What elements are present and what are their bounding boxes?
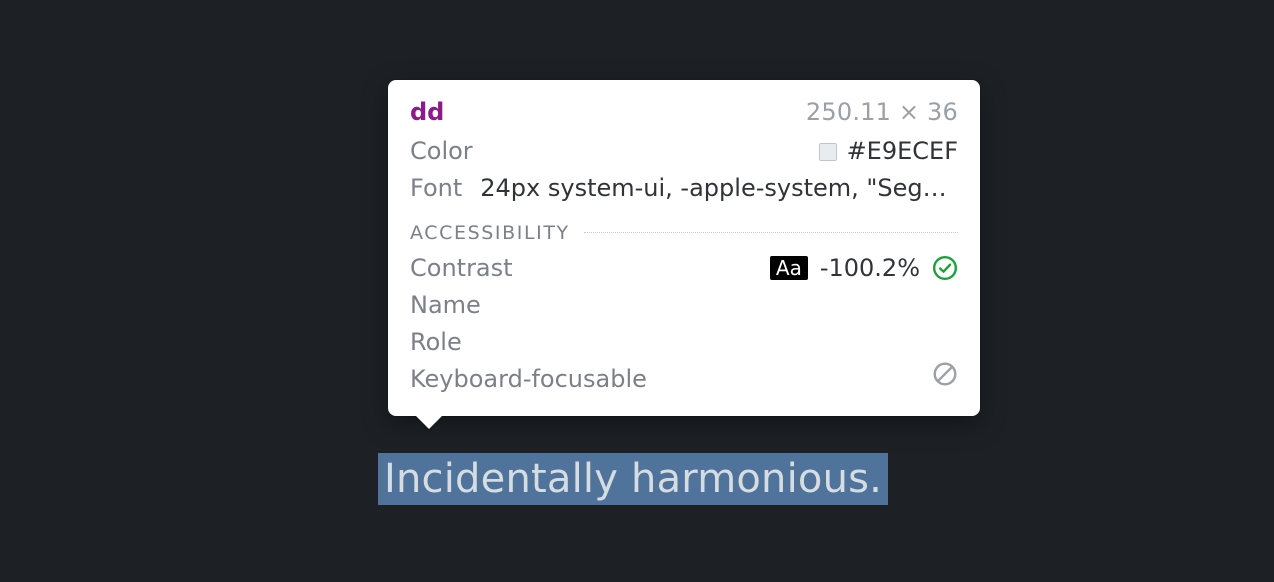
color-hex: #E9ECEF [847, 133, 958, 170]
font-value: 24px system-ui, -apple-system, "Segoe… [480, 170, 958, 207]
color-swatch-icon [819, 143, 837, 161]
check-circle-icon [932, 255, 958, 281]
keyboard-focusable-value [932, 361, 958, 398]
element-dimensions: 250.11 × 36 [806, 94, 958, 131]
inspected-text: Incidentally harmonious. [378, 453, 888, 505]
divider [584, 232, 958, 233]
color-label: Color [410, 133, 473, 170]
contrast-value: -100.2% [820, 250, 920, 287]
element-tag-name: dd [410, 94, 444, 131]
accessibility-section-title: ACCESSIBILITY [410, 222, 570, 244]
font-label: Font [410, 170, 462, 207]
not-allowed-icon [932, 361, 958, 387]
contrast-label: Contrast [410, 250, 513, 287]
contrast-sample-icon: Aa [770, 256, 808, 280]
keyboard-focusable-label: Keyboard-focusable [410, 361, 647, 398]
color-value: #E9ECEF [819, 133, 958, 170]
acc-role-label: Role [410, 324, 462, 361]
element-inspect-tooltip: dd 250.11 × 36 Color #E9ECEF Font 24px s… [388, 80, 980, 416]
acc-name-label: Name [410, 287, 481, 324]
